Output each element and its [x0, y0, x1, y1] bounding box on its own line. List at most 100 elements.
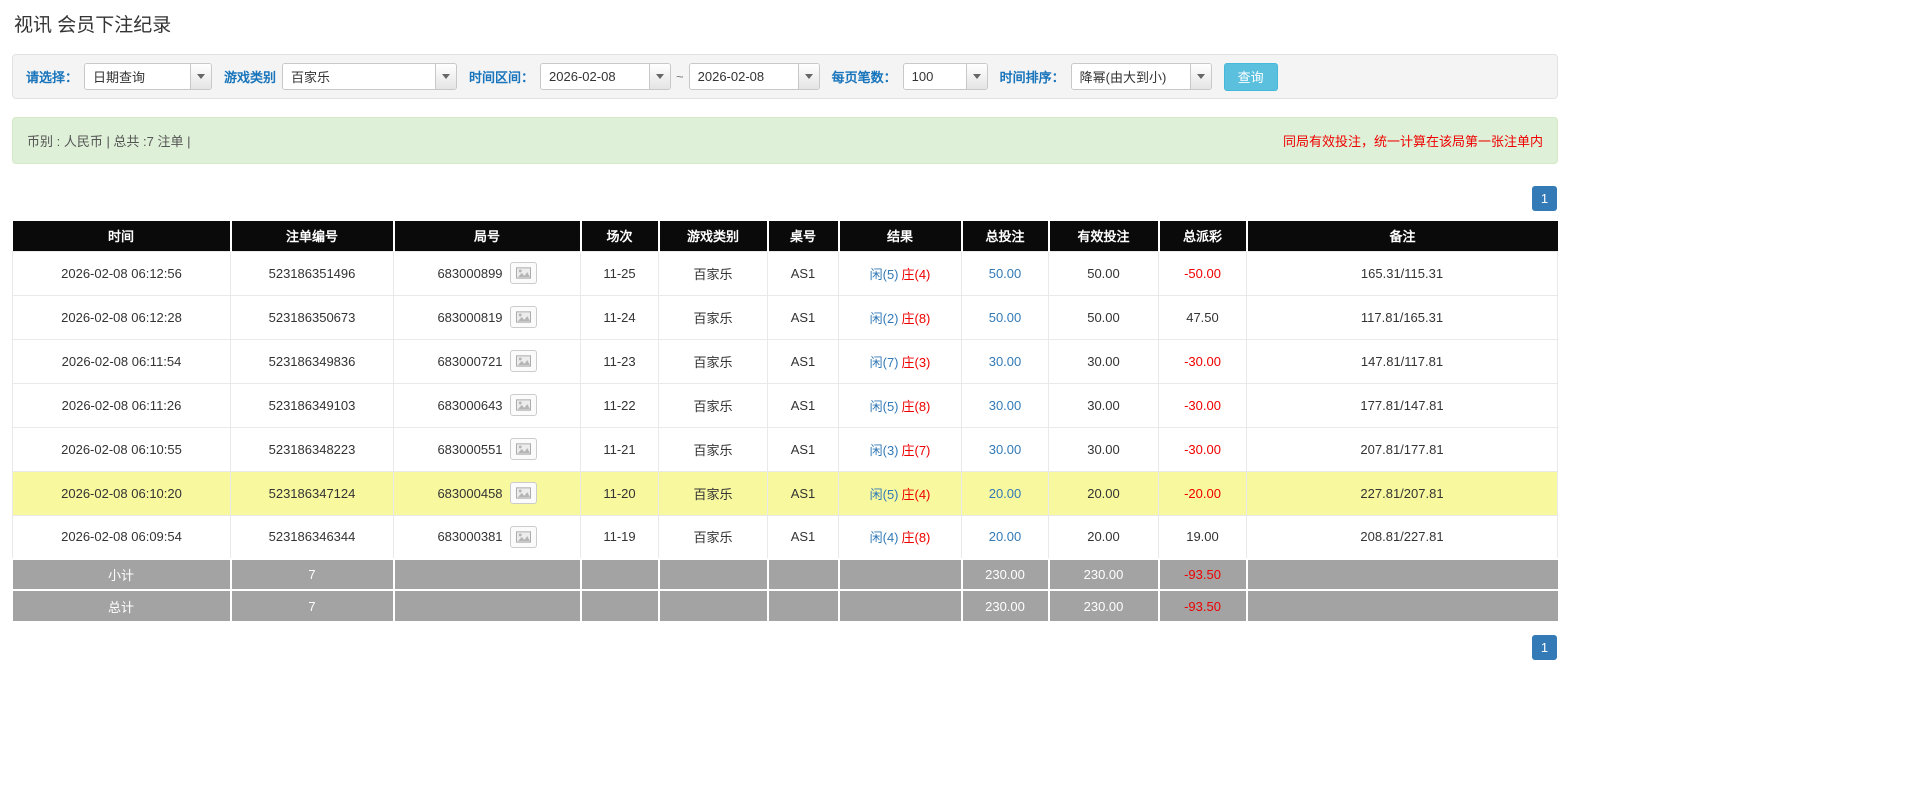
cell-round: 683000551 [394, 427, 581, 471]
chevron-down-icon[interactable] [649, 64, 670, 89]
cell-result: 闲(3)庄(7) [839, 427, 962, 471]
cell-valid-bet: 20.00 [1049, 471, 1159, 515]
cell-time: 2026-02-08 06:12:28 [13, 295, 231, 339]
round-image-icon[interactable] [510, 394, 537, 416]
cell-valid-bet: 30.00 [1049, 339, 1159, 383]
result-banker: 庄(7) [902, 443, 931, 458]
result-player: 闲(2) [870, 311, 899, 326]
date-range-label: 时间区间： [469, 67, 534, 86]
total-bet-link[interactable]: 20.00 [989, 486, 1022, 501]
search-button[interactable]: 查询 [1224, 63, 1278, 91]
total-empty [768, 590, 839, 621]
cell-bet-id: 523186346344 [231, 515, 394, 559]
summary-bar: 币别 : 人民币 | 总共 :7 注单 | 同局有效投注，统一计算在该局第一张注… [12, 117, 1558, 164]
subtotal-empty [659, 559, 768, 590]
total-empty [659, 590, 768, 621]
total-bet-link[interactable]: 30.00 [989, 354, 1022, 369]
round-number: 683000721 [437, 354, 502, 369]
column-header-payout: 总派彩 [1159, 221, 1247, 251]
date-from-input[interactable] [541, 64, 649, 89]
cell-round: 683000643 [394, 383, 581, 427]
query-type-combobox [84, 63, 212, 90]
total-bet-link[interactable]: 30.00 [989, 398, 1022, 413]
total-bet-link[interactable]: 50.00 [989, 310, 1022, 325]
table-row: 2026-02-08 06:09:54 523186346344 6830003… [13, 515, 1558, 559]
round-image-icon[interactable] [510, 482, 537, 504]
round-number: 683000381 [437, 529, 502, 544]
round-image-icon[interactable] [510, 526, 537, 548]
table-header-row: 时间 注单编号 局号 场次 游戏类别 桌号 结果 总投注 有效投注 总派彩 备注 [13, 221, 1558, 251]
total-bet-link[interactable]: 20.00 [989, 529, 1022, 544]
total-empty [1247, 590, 1558, 621]
total-label: 总计 [13, 590, 231, 621]
round-number: 683000551 [437, 442, 502, 457]
cell-payout: 47.50 [1159, 295, 1247, 339]
cell-table-no: AS1 [768, 339, 839, 383]
chevron-down-icon[interactable] [190, 64, 211, 89]
chevron-down-icon[interactable] [1190, 64, 1211, 89]
result-banker: 庄(8) [902, 399, 931, 414]
cell-game-type: 百家乐 [659, 251, 768, 295]
subtotal-valid-bet: 230.00 [1049, 559, 1159, 590]
table-row: 2026-02-08 06:12:56 523186351496 6830008… [13, 251, 1558, 295]
cell-remark: 147.81/117.81 [1247, 339, 1558, 383]
query-type-input[interactable] [85, 64, 190, 89]
cell-remark: 165.31/115.31 [1247, 251, 1558, 295]
round-number: 683000458 [437, 486, 502, 501]
cell-bet-id: 523186350673 [231, 295, 394, 339]
cell-remark: 117.81/165.31 [1247, 295, 1558, 339]
cell-game-type: 百家乐 [659, 383, 768, 427]
chevron-down-icon[interactable] [966, 64, 987, 89]
round-image-icon[interactable] [510, 262, 537, 284]
column-header-valid-bet: 有效投注 [1049, 221, 1159, 251]
page-button[interactable]: 1 [1532, 186, 1557, 211]
cell-bet-id: 523186348223 [231, 427, 394, 471]
round-image-icon[interactable] [510, 438, 537, 460]
pagination-bottom: 1 [12, 635, 1557, 660]
subtotal-empty [768, 559, 839, 590]
chevron-down-icon[interactable] [435, 64, 456, 89]
date-to-input[interactable] [690, 64, 798, 89]
total-bet-link[interactable]: 30.00 [989, 442, 1022, 457]
sort-order-combobox [1071, 63, 1212, 90]
cell-time: 2026-02-08 06:12:56 [13, 251, 231, 295]
date-to-picker [689, 63, 820, 90]
subtotal-empty [1247, 559, 1558, 590]
date-from-picker [540, 63, 671, 90]
cell-game-type: 百家乐 [659, 515, 768, 559]
result-player: 闲(7) [870, 355, 899, 370]
cell-time: 2026-02-08 06:10:55 [13, 427, 231, 471]
cell-remark: 177.81/147.81 [1247, 383, 1558, 427]
cell-bet-id: 523186351496 [231, 251, 394, 295]
sort-order-input[interactable] [1072, 64, 1190, 89]
cell-game-type: 百家乐 [659, 471, 768, 515]
round-image-icon[interactable] [510, 350, 537, 372]
cell-total-bet: 50.00 [962, 295, 1049, 339]
chevron-down-icon[interactable] [798, 64, 819, 89]
cell-table-no: AS1 [768, 383, 839, 427]
cell-session: 11-24 [581, 295, 659, 339]
result-player: 闲(5) [870, 267, 899, 282]
total-empty [581, 590, 659, 621]
table-body: 2026-02-08 06:12:56 523186351496 6830008… [13, 251, 1558, 559]
filter-bar: 请选择： 游戏类别 时间区间： ~ 每页笔数： 时间排序： [12, 54, 1558, 99]
column-header-session: 场次 [581, 221, 659, 251]
cell-game-type: 百家乐 [659, 427, 768, 471]
cell-remark: 208.81/227.81 [1247, 515, 1558, 559]
total-payout: -93.50 [1159, 590, 1247, 621]
cell-game-type: 百家乐 [659, 295, 768, 339]
cell-time: 2026-02-08 06:09:54 [13, 515, 231, 559]
date-separator: ~ [676, 69, 684, 84]
page-size-combobox [903, 63, 988, 90]
page-size-input[interactable] [904, 64, 966, 89]
total-bet-link[interactable]: 50.00 [989, 266, 1022, 281]
cell-total-bet: 50.00 [962, 251, 1049, 295]
result-banker: 庄(3) [902, 355, 931, 370]
cell-payout: -30.00 [1159, 427, 1247, 471]
sort-order-label: 时间排序： [1000, 67, 1065, 86]
game-type-input[interactable] [283, 64, 435, 89]
cell-session: 11-22 [581, 383, 659, 427]
page-button[interactable]: 1 [1532, 635, 1557, 660]
round-image-icon[interactable] [510, 306, 537, 328]
pagination-top: 1 [12, 186, 1557, 211]
